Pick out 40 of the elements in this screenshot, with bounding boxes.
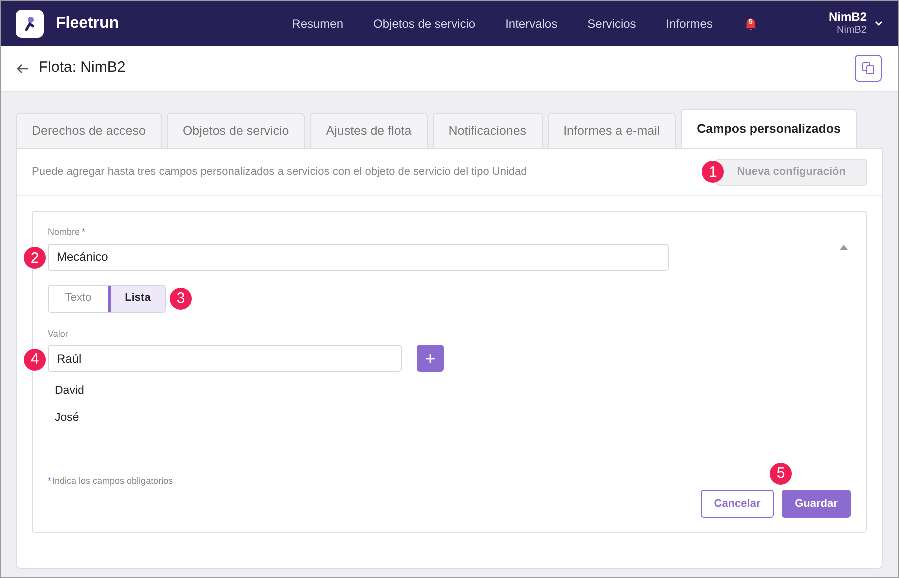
- app-name: Fleetrun: [56, 14, 120, 34]
- tab[interactable]: Campos personalizados: [681, 109, 857, 148]
- chevron-down-icon[interactable]: [875, 20, 883, 26]
- value-input-field[interactable]: Raúl: [48, 345, 402, 372]
- page-title: Flota: NimB2: [39, 58, 126, 78]
- nav-link[interactable]: Informes: [666, 14, 713, 32]
- field-label: Valor: [48, 328, 70, 340]
- nav-link[interactable]: Resumen: [292, 14, 344, 32]
- tab[interactable]: Derechos de acceso: [16, 113, 162, 148]
- tab[interactable]: Objetos de servicio: [166, 113, 306, 148]
- info-text: Puede agregar hasta tres campos personalizados a servicios con el objeto de servicio del tipo Unidad: [32, 164, 528, 180]
- callout-marker: 4: [24, 348, 46, 370]
- tab[interactable]: Informes a e-mail: [548, 113, 676, 148]
- callout-marker: 3: [170, 288, 192, 310]
- app-logo-icon[interactable]: [16, 10, 44, 38]
- tab[interactable]: Notificaciones: [432, 113, 543, 148]
- nav-link[interactable]: Objetos de servicio: [374, 14, 476, 32]
- callout-marker: 5: [770, 462, 792, 484]
- list-item: David: [55, 384, 86, 399]
- type-toggle-option[interactable]: Lista: [108, 286, 165, 312]
- add-button[interactable]: +: [417, 345, 444, 372]
- list-item: José: [55, 411, 80, 426]
- cancel-button[interactable]: Cancelar: [701, 490, 774, 518]
- callout-marker: 2: [24, 247, 46, 269]
- required-mark: *: [82, 226, 86, 239]
- callout-marker: 1: [702, 161, 724, 183]
- save-button[interactable]: Guardar: [782, 490, 851, 518]
- field-label: Nombre: [48, 226, 80, 239]
- user-subtitle: NimB2: [836, 24, 867, 38]
- copy-button[interactable]: [855, 55, 882, 82]
- copy-icon: [862, 62, 875, 75]
- name-input-field[interactable]: Mecánico: [48, 244, 669, 270]
- required-note: Indica los campos obligatorios: [52, 474, 174, 488]
- nav-link[interactable]: Intervalos: [506, 14, 558, 32]
- user-name[interactable]: NimB2: [828, 10, 867, 25]
- nav-link[interactable]: Servicios: [588, 14, 636, 32]
- back-arrow-icon[interactable]: [17, 64, 29, 74]
- tab[interactable]: Ajustes de flota: [310, 113, 428, 148]
- collapse-caret-icon[interactable]: [840, 245, 848, 250]
- required-mark: *: [48, 474, 52, 488]
